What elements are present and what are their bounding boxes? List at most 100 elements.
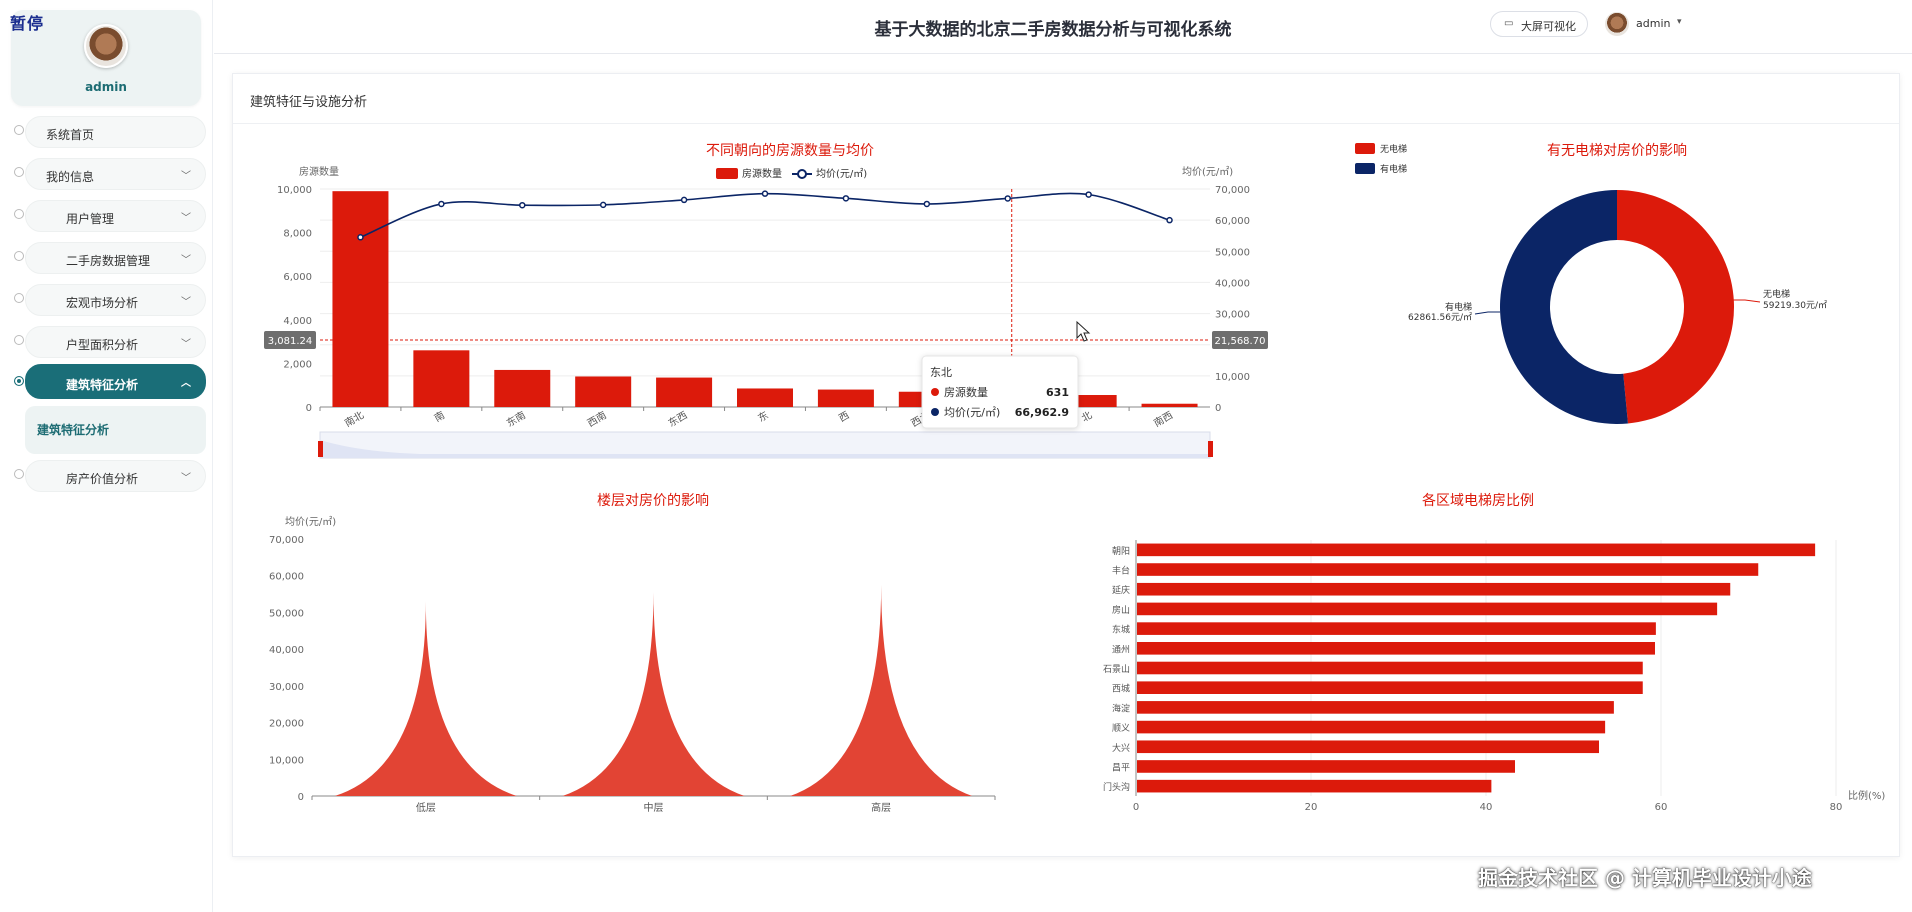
y-tick-label: 延庆 <box>1112 584 1130 596</box>
y-left-tick-label: 2,000 <box>283 359 312 370</box>
chart1-tooltip: 东北 房源数量 631 均价(元/㎡) 66,962.9 <box>921 355 1079 429</box>
y-tick-label: 通州 <box>1112 644 1130 655</box>
price-point <box>438 200 445 208</box>
chart4-plot: 0 20 40 60 80 朝阳丰台延庆房山东城通州石景山西城海淀顺义大兴昌平门头沟 <box>1103 540 1842 813</box>
x-tick-label: 80 <box>1830 802 1843 813</box>
chart3-plot: 0 10,000 20,000 30,000 40,000 50,000 60,000 70,… <box>269 535 996 814</box>
price-point <box>1085 191 1092 198</box>
chart1-plot: 010,00020,00030,00040,00050,00060,00070,… <box>264 185 1268 459</box>
x-tick-label: 南北 <box>342 408 366 429</box>
bar <box>1137 701 1614 714</box>
chart2-plot <box>1474 189 1761 424</box>
chart2-legend-swatch-no-elevator[interactable] <box>1355 143 1375 154</box>
x-tick-label: 20 <box>1305 802 1318 813</box>
bar <box>1141 403 1198 407</box>
y-tick-label: 20,000 <box>269 719 304 730</box>
chart2-legend-elevator[interactable]: 有电梯 <box>1380 163 1407 175</box>
bar <box>494 369 551 407</box>
x-tick-label: 东南 <box>504 408 528 429</box>
y-tick-label: 东城 <box>1112 624 1130 636</box>
chart2-label-no-elevator-name: 无电梯 <box>1763 288 1790 300</box>
x-tick-label: 西 <box>837 410 851 425</box>
y-right-tick-label: 0 <box>1215 403 1221 414</box>
bar <box>332 191 389 407</box>
y-tick-label: 50,000 <box>269 608 304 619</box>
bar <box>1137 563 1759 576</box>
label-leader <box>1733 299 1761 303</box>
chart1-legend-line[interactable]: 均价(元/㎡) <box>816 168 867 180</box>
price-point <box>1004 195 1011 202</box>
chart1-title: 不同朝向的房源数量与均价 <box>706 143 874 159</box>
x-tick-label: 0 <box>1133 802 1139 813</box>
chart2-legend-swatch-elevator[interactable] <box>1355 163 1375 174</box>
x-tick-label: 60 <box>1655 802 1668 813</box>
y-right-tick-label: 30,000 <box>1215 310 1250 321</box>
y-right-tick-label: 50,000 <box>1215 247 1250 258</box>
bar <box>575 376 632 407</box>
bar <box>656 377 713 407</box>
mouse-cursor-icon <box>1076 320 1091 342</box>
x-tick-label: 北 <box>1079 409 1094 424</box>
crosshair-right-value: 21,568.70 <box>1215 336 1266 347</box>
bar <box>1137 720 1606 734</box>
x-tick-label: 东西 <box>666 408 690 429</box>
y-tick-label: 石景山 <box>1103 664 1130 675</box>
y-tick-label: 0 <box>298 792 304 803</box>
x-tick-label: 东 <box>755 408 770 424</box>
watermark: 掘金技术社区 @ 计算机毕业设计小途 <box>1478 866 1812 890</box>
chart1-legend-line-marker[interactable] <box>797 169 807 179</box>
bar <box>1137 582 1731 596</box>
y-tick-label: 大兴 <box>1112 742 1130 754</box>
bar <box>817 389 874 407</box>
chart2-label-elevator-name: 有电梯 <box>1445 301 1472 313</box>
tooltip-name-count: 房源数量 <box>944 385 988 399</box>
chart2-title: 有无电梯对房价的影响 <box>1547 143 1687 159</box>
tooltip-dot-price <box>931 408 939 416</box>
chart1-ylabel-right: 均价(元/㎡) <box>1182 166 1233 178</box>
bar <box>1137 681 1643 694</box>
y-tick-label: 30,000 <box>269 682 304 693</box>
y-left-tick-label: 0 <box>306 403 312 414</box>
price-point <box>599 201 607 209</box>
chart3-title: 楼层对房价的影响 <box>597 493 709 509</box>
bar <box>1137 779 1492 793</box>
chart1-legend-bar[interactable]: 房源数量 <box>742 167 782 180</box>
x-tick-label: 西南 <box>585 408 609 429</box>
datazoom-handle-right <box>1208 441 1213 457</box>
label-leader <box>1474 311 1500 315</box>
x-tick-label: 中层 <box>644 801 664 814</box>
y-tick-label: 10,000 <box>269 755 304 766</box>
y-tick-label: 门头沟 <box>1103 781 1130 793</box>
y-tick-label: 海淀 <box>1112 702 1130 714</box>
y-tick-label: 70,000 <box>269 535 304 546</box>
chart1-ylabel-left: 房源数量 <box>299 165 339 178</box>
floor-peak <box>562 592 745 796</box>
pie-slice <box>1500 189 1628 424</box>
charts-canvas: 不同朝向的房源数量与均价 房源数量 均价(元/㎡) 房源数量 均价(元/㎡) 0… <box>264 143 1885 814</box>
y-tick-label: 60,000 <box>269 572 304 583</box>
bar <box>413 350 470 407</box>
tooltip-name-price: 均价(元/㎡) <box>944 406 1000 419</box>
tooltip-dot-count <box>931 388 939 396</box>
tooltip-title: 东北 <box>930 366 952 379</box>
tooltip-value-count: 631 <box>1046 386 1069 399</box>
y-right-tick-label: 40,000 <box>1215 278 1250 289</box>
chart1-legend-bar-swatch[interactable] <box>716 168 738 179</box>
y-left-tick-label: 10,000 <box>277 185 312 196</box>
bar <box>1137 740 1599 754</box>
price-line <box>360 192 1170 239</box>
y-left-tick-label: 8,000 <box>283 229 312 240</box>
price-point <box>761 190 769 197</box>
x-tick-label: 40 <box>1480 802 1493 813</box>
y-tick-label: 顺义 <box>1112 723 1130 734</box>
crosshair-left-value: 3,081.24 <box>268 336 313 347</box>
chart2-legend-no-elevator[interactable]: 无电梯 <box>1380 143 1407 155</box>
price-point <box>1166 216 1173 224</box>
y-right-tick-label: 10,000 <box>1215 372 1250 383</box>
price-point <box>842 195 850 202</box>
y-tick-label: 西城 <box>1112 684 1130 695</box>
chart4-title: 各区域电梯房比例 <box>1422 493 1534 509</box>
bar <box>1137 642 1655 655</box>
x-tick-label: 南西 <box>1151 408 1175 429</box>
y-left-tick-label: 4,000 <box>283 316 312 327</box>
